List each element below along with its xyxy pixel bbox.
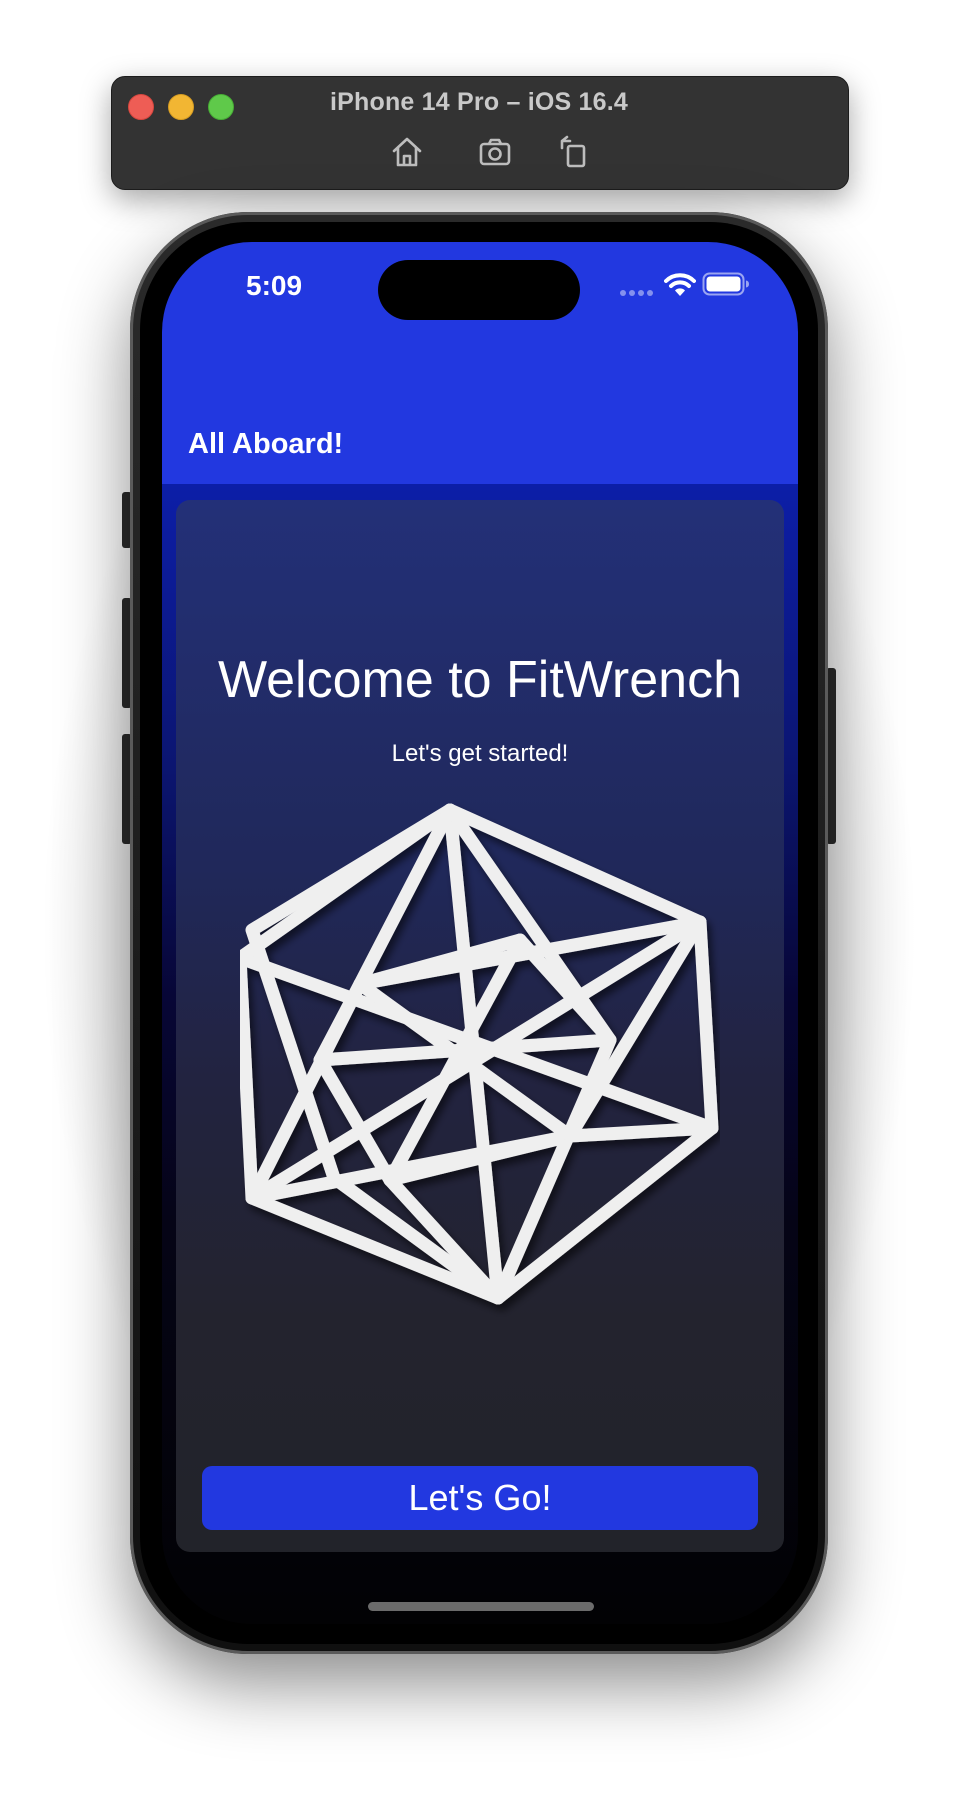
- phone-screen: 5:09 All Aboard! Welcome to FitWrench Le…: [162, 242, 798, 1624]
- simulator-title: iPhone 14 Pro – iOS 16.4: [330, 88, 628, 116]
- welcome-subheading: Let's get started!: [391, 740, 569, 767]
- rotate-icon[interactable]: [554, 134, 592, 170]
- home-indicator[interactable]: [368, 1602, 594, 1611]
- onboarding-card: Welcome to FitWrench Let's get started!: [176, 500, 784, 1552]
- welcome-heading: Welcome to FitWrench: [217, 651, 742, 709]
- home-icon[interactable]: [388, 134, 426, 170]
- dynamic-island: [378, 260, 580, 320]
- battery-icon: [702, 272, 750, 296]
- status-time: 5:09: [246, 270, 303, 301]
- cellular-icon: [620, 290, 654, 296]
- nav-title: All Aboard!: [188, 428, 344, 460]
- wifi-icon: [664, 272, 696, 298]
- navigation-header: 5:09 All Aboard!: [162, 242, 798, 484]
- lets-go-button[interactable]: Let's Go!: [202, 1466, 758, 1530]
- simulator-stage: iPhone 14 Pro – iOS 16.4 5:09 All Aboard…: [0, 0, 958, 1804]
- hypercube-logo-icon: [233, 800, 720, 1320]
- screenshot-icon[interactable]: [476, 134, 514, 170]
